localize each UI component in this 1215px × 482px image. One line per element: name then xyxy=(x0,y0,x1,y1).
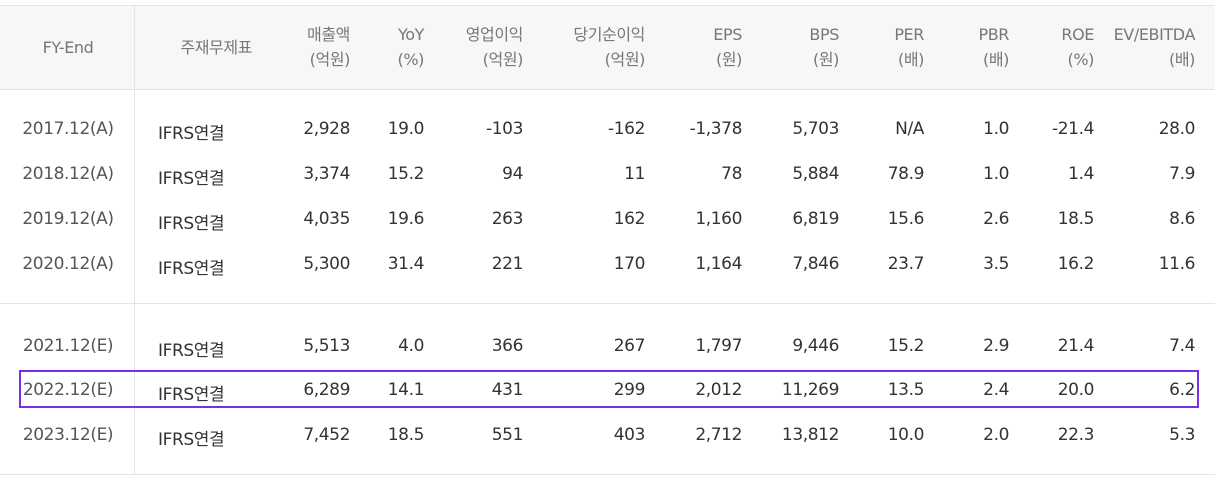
cell-fy-end: 2019.12(A) xyxy=(22,209,114,229)
cell-per: 10.0 xyxy=(887,425,925,445)
cell-yoy: 18.5 xyxy=(387,425,425,445)
cell-revenue: 7,452 xyxy=(303,425,350,445)
cell-main-statement: IFRS연결 xyxy=(158,214,225,234)
cell-net-income: 162 xyxy=(613,209,646,229)
cell-pbr: 1.0 xyxy=(983,164,1009,184)
cell-pbr: 2.0 xyxy=(983,425,1009,445)
cell-eps: -1,378 xyxy=(689,119,743,139)
cell-per: 23.7 xyxy=(887,254,925,274)
cell-eps: 78 xyxy=(721,164,742,184)
table-row: 2021.12(E) IFRS연결 5,513 4.0 366 267 1,797 9,446… xyxy=(0,327,1215,367)
cell-pbr: 2.6 xyxy=(983,209,1009,229)
cell-net-income: 11 xyxy=(624,164,645,184)
actual-estimate-divider xyxy=(0,303,1215,304)
cell-operating-profit: 366 xyxy=(491,336,524,356)
cell-net-income: 267 xyxy=(613,336,646,356)
header-eps: EPS (원) xyxy=(713,25,742,69)
cell-per: N/A xyxy=(895,119,924,139)
cell-fy-end: 2021.12(E) xyxy=(22,336,114,356)
cell-ev-ebitda: 5.3 xyxy=(1169,425,1195,445)
table-row: 2019.12(A) IFRS연결 4,035 19.6 263 162 1,160 6,81… xyxy=(0,200,1215,240)
header-revenue: 매출액 (억원) xyxy=(307,25,350,69)
cell-revenue: 4,035 xyxy=(303,209,350,229)
header-per: PER (배) xyxy=(894,25,924,69)
cell-ev-ebitda: 7.4 xyxy=(1169,336,1195,356)
cell-yoy: 19.6 xyxy=(387,209,425,229)
cell-bps: 9,446 xyxy=(792,336,839,356)
cell-eps: 1,797 xyxy=(695,336,742,356)
table-row: 2020.12(A) IFRS연결 5,300 31.4 221 170 1,164 7,84… xyxy=(0,245,1215,285)
cell-pbr: 1.0 xyxy=(983,119,1009,139)
cell-bps: 7,846 xyxy=(792,254,839,274)
cell-ev-ebitda: 28.0 xyxy=(1158,119,1196,139)
cell-main-statement: IFRS연결 xyxy=(158,169,225,189)
cell-revenue: 2,928 xyxy=(303,119,350,139)
cell-revenue: 3,374 xyxy=(303,164,350,184)
header-operating-profit: 영업이익 (억원) xyxy=(465,25,524,69)
cell-main-statement: IFRS연결 xyxy=(158,124,225,144)
cell-net-income: 170 xyxy=(613,254,646,274)
cell-operating-profit: -103 xyxy=(486,119,523,139)
header-pbr: PBR (배) xyxy=(978,25,1009,69)
cell-roe: 16.2 xyxy=(1057,254,1095,274)
header-yoy: YoY (%) xyxy=(397,25,425,69)
cell-net-income: -162 xyxy=(608,119,645,139)
header-main-statement: 주재무제표 xyxy=(180,38,252,57)
cell-main-statement: IFRS연결 xyxy=(158,259,225,279)
cell-ev-ebitda: 11.6 xyxy=(1158,254,1196,274)
cell-pbr: 3.5 xyxy=(983,254,1009,274)
cell-ev-ebitda: 7.9 xyxy=(1169,164,1195,184)
cell-yoy: 15.2 xyxy=(387,164,425,184)
highlighted-row-frame xyxy=(19,370,1199,408)
table-bottom-border xyxy=(0,474,1215,475)
cell-bps: 6,819 xyxy=(792,209,839,229)
cell-operating-profit: 221 xyxy=(491,254,524,274)
cell-main-statement: IFRS연결 xyxy=(158,430,225,450)
cell-roe: -21.4 xyxy=(1052,119,1094,139)
cell-yoy: 4.0 xyxy=(398,336,424,356)
cell-yoy: 19.0 xyxy=(387,119,425,139)
cell-fy-end: 2018.12(A) xyxy=(22,164,114,184)
cell-roe: 22.3 xyxy=(1057,425,1095,445)
cell-pbr: 2.9 xyxy=(983,336,1009,356)
cell-net-income: 403 xyxy=(613,425,646,445)
table-row: 2018.12(A) IFRS연결 3,374 15.2 94 11 78 5,884 78.9… xyxy=(0,155,1215,195)
cell-eps: 1,164 xyxy=(695,254,742,274)
cell-bps: 5,884 xyxy=(792,164,839,184)
cell-eps: 2,712 xyxy=(695,425,742,445)
table-row: 2017.12(A) IFRS연결 2,928 19.0 -103 -162 -1,378 5… xyxy=(0,110,1215,150)
cell-per: 78.9 xyxy=(887,164,925,184)
header-fy-end: FY-End xyxy=(42,38,94,57)
cell-fy-end: 2023.12(E) xyxy=(22,425,114,445)
header-bps: BPS (원) xyxy=(809,25,839,69)
cell-ev-ebitda: 8.6 xyxy=(1169,209,1195,229)
cell-operating-profit: 94 xyxy=(502,164,523,184)
financial-summary-table: FY-End 주재무제표 매출액 (억원) YoY (%) 영업이익 (억원) 당기순… xyxy=(0,0,1215,482)
cell-bps: 5,703 xyxy=(792,119,839,139)
cell-fy-end: 2020.12(A) xyxy=(22,254,114,274)
cell-main-statement: IFRS연결 xyxy=(158,341,225,361)
cell-roe: 18.5 xyxy=(1057,209,1095,229)
header-net-income: 당기순이익 (억원) xyxy=(573,25,645,69)
cell-bps: 13,812 xyxy=(781,425,839,445)
cell-revenue: 5,300 xyxy=(303,254,350,274)
header-ev-ebitda: EV/EBITDA (배) xyxy=(1113,25,1196,69)
cell-revenue: 5,513 xyxy=(303,336,350,356)
cell-yoy: 31.4 xyxy=(387,254,425,274)
cell-per: 15.2 xyxy=(887,336,925,356)
cell-per: 15.6 xyxy=(887,209,925,229)
cell-operating-profit: 263 xyxy=(491,209,524,229)
header-roe: ROE (%) xyxy=(1061,25,1094,69)
cell-fy-end: 2017.12(A) xyxy=(22,119,114,139)
cell-eps: 1,160 xyxy=(695,209,742,229)
cell-operating-profit: 551 xyxy=(491,425,524,445)
cell-roe: 1.4 xyxy=(1068,164,1094,184)
table-row: 2023.12(E) IFRS연결 7,452 18.5 551 403 2,712 13,8… xyxy=(0,416,1215,456)
cell-roe: 21.4 xyxy=(1057,336,1095,356)
